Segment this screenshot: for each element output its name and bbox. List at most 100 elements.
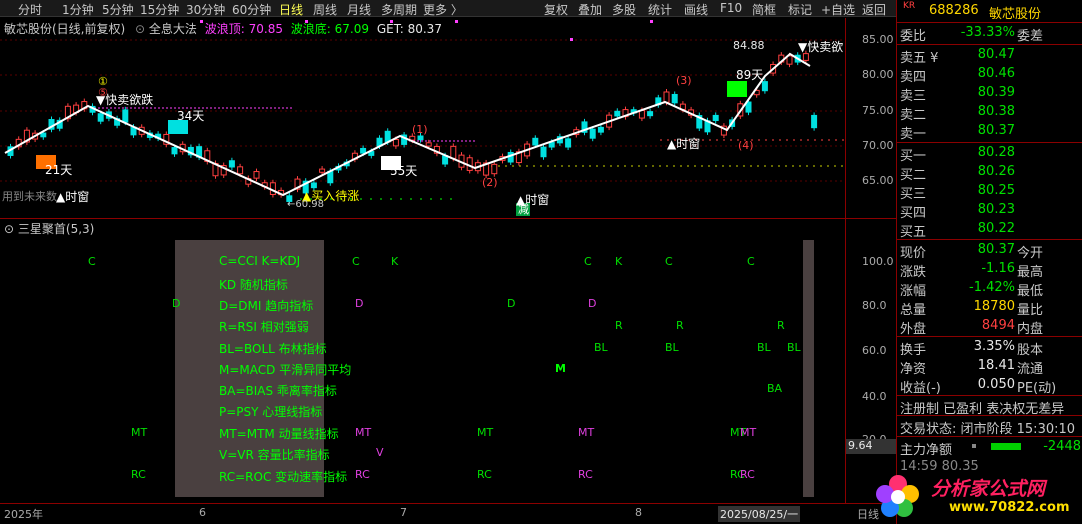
legend-line: MT=MTM 动量线指标 xyxy=(219,427,339,441)
stat-label: 净资 xyxy=(900,362,927,377)
signal-kdj: K xyxy=(615,255,623,268)
indicator-tick: 40.0 xyxy=(862,390,887,403)
stat-value: -1.16 xyxy=(981,261,1015,276)
signal-dmi: D xyxy=(507,297,516,310)
ask-row: 卖一 80.37 xyxy=(897,122,1082,142)
stat-label: 涨跌 xyxy=(900,265,927,280)
indicator-tick: 60.0 xyxy=(862,344,887,357)
mark-button[interactable]: 标记 xyxy=(788,1,812,18)
stock-code: 688286 xyxy=(929,3,979,18)
tab-5min[interactable]: 5分钟 xyxy=(102,1,134,18)
signal-bias: BA xyxy=(767,382,783,395)
signal-kdj: K xyxy=(391,255,399,268)
signal-vr: V xyxy=(376,446,384,459)
tab-multi-period[interactable]: 多周期 xyxy=(381,1,417,18)
tab-15min[interactable]: 15分钟 xyxy=(140,1,179,18)
stat-label-right: 量比 xyxy=(1017,303,1044,318)
bid-row: 买四 80.23 xyxy=(897,201,1082,221)
panel-header: KR 688286 敏芯股份 xyxy=(897,1,1082,22)
days-89-label: 89天 xyxy=(736,68,763,82)
candle xyxy=(450,145,457,159)
signal-roc: RC xyxy=(131,468,146,481)
back-button[interactable]: 返回 xyxy=(862,1,886,18)
date-tick: 6 xyxy=(199,506,206,519)
candle xyxy=(712,114,719,122)
candle xyxy=(319,168,326,173)
simple-frame-button[interactable]: 简框 xyxy=(752,1,776,18)
stat-label-right: 最高 xyxy=(1017,265,1044,280)
signal-rsi: R xyxy=(777,319,785,332)
net-flow-row: 主力净额 -2448 xyxy=(897,438,1082,458)
watermark-logo: 分析家公式网 www.70822.com xyxy=(873,470,1082,520)
tab-weekly[interactable]: 周线 xyxy=(313,1,337,18)
candle xyxy=(237,166,244,175)
candle xyxy=(122,109,129,123)
date-tick: 7 xyxy=(400,506,407,519)
signal-mtm: MT xyxy=(355,426,372,439)
draw-line-button[interactable]: 画线 xyxy=(684,1,708,18)
candle xyxy=(310,182,317,189)
signal-mtm: MT xyxy=(578,426,595,439)
multi-stock-button[interactable]: 多股 xyxy=(612,1,636,18)
f10-button[interactable]: F10 xyxy=(720,1,742,15)
legend-line: RC=ROC 变动速率指标 xyxy=(219,470,348,484)
stat-label-right: 内盘 xyxy=(1017,322,1044,337)
tab-intraday[interactable]: 分时 xyxy=(18,1,42,18)
signal-rsi: R xyxy=(615,319,623,332)
marker-wave-4: (4) xyxy=(738,139,754,152)
low-price-label: ←60.98 xyxy=(287,199,324,210)
ask-row: 卖五 ¥ 80.47 xyxy=(897,46,1082,66)
legend-line: V=VR 容量比率指标 xyxy=(219,448,330,462)
days-34-label: 34天 xyxy=(177,109,204,123)
ask-price: 80.47 xyxy=(977,47,1015,62)
candle xyxy=(647,111,654,117)
bid-label: 买五 xyxy=(900,225,927,240)
signal-dmi: D xyxy=(355,297,364,310)
stat-value: 0.050 xyxy=(977,377,1015,392)
candle xyxy=(802,53,809,61)
candle xyxy=(171,147,178,155)
signal-cci: C xyxy=(665,255,673,268)
tab-1min[interactable]: 1分钟 xyxy=(62,1,94,18)
indicator-tick: 100.0 xyxy=(862,255,894,268)
ask-label: 卖二 xyxy=(900,108,927,123)
date-tick: 8 xyxy=(635,506,642,519)
stat-row: 现价 80.37 今开 xyxy=(897,241,1082,261)
stat-label-right: 流通 xyxy=(1017,362,1044,377)
price-tick: 70.00 xyxy=(862,139,894,152)
stat-value: 18780 xyxy=(973,299,1015,314)
future-data-warning: 用到未来数 xyxy=(2,190,57,203)
candle xyxy=(614,110,621,117)
dropdown-icon[interactable] xyxy=(972,444,976,448)
tab-monthly[interactable]: 月线 xyxy=(347,1,371,18)
tab-more[interactable]: 更多 〉 xyxy=(423,1,463,18)
stat-label: 换手 xyxy=(900,343,927,358)
candlestick-chart[interactable]: 21天 34天 55天 89天 ▼快卖欲跌 ▼快卖欲 ▲时窗 ▲时窗 ▲时窗 ▲… xyxy=(0,18,845,218)
candle xyxy=(565,138,572,148)
tab-daily[interactable]: 日线 xyxy=(279,1,303,18)
bid-row: 买三 80.25 xyxy=(897,182,1082,202)
indicator-title[interactable]: 三星聚首(5,3) xyxy=(18,222,94,236)
tab-30min[interactable]: 30分钟 xyxy=(186,1,225,18)
ask-label: 卖四 xyxy=(900,70,927,85)
candle xyxy=(597,126,604,133)
date-tick: 2025年 xyxy=(4,508,43,521)
time-window-label-3: ▲时窗 xyxy=(667,137,700,151)
candle xyxy=(548,141,555,148)
indicator-settings-icon[interactable]: ⊙ xyxy=(4,222,14,236)
ask-price: 80.37 xyxy=(977,123,1015,138)
signal-dmi: D xyxy=(588,297,597,310)
restore-rights-button[interactable]: 复权 xyxy=(544,1,568,18)
signal-roc: RC xyxy=(355,468,370,481)
add-watchlist-button[interactable]: +自选 xyxy=(821,1,855,18)
bid-price: 80.25 xyxy=(977,183,1015,198)
stat-row: 总量 18780 量比 xyxy=(897,298,1082,318)
overlay-button[interactable]: 叠加 xyxy=(578,1,602,18)
candle xyxy=(491,163,498,175)
signal-macd: M xyxy=(555,362,566,375)
signal-cci: C xyxy=(747,255,755,268)
tab-60min[interactable]: 60分钟 xyxy=(232,1,271,18)
bid-price: 80.23 xyxy=(977,202,1015,217)
stats-button[interactable]: 统计 xyxy=(648,1,672,18)
bid-label: 买二 xyxy=(900,168,927,183)
